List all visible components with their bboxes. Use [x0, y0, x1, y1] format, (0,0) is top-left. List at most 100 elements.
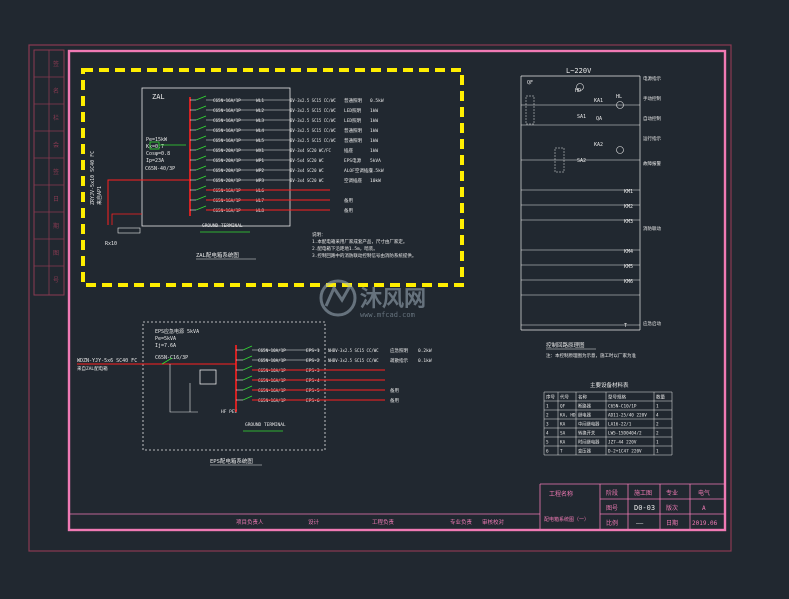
table-header: 数量	[656, 394, 665, 401]
control-circuit: L~220V QF HD KA1 KA2 HL SA1 SA2 QA KM1 KM2 KM3 KM4 K…	[520, 67, 661, 359]
zal-kw: 1kW	[370, 118, 378, 124]
tb-prof-label: 专业	[666, 489, 678, 497]
eps-panel: EPS应急电源 5kVA Pe=5kVA Ij=7.6A C65N-C16/3P…	[77, 321, 432, 466]
zal-breaker: C65N-16A/1P	[213, 118, 241, 123]
eps-switch-icon	[242, 345, 253, 351]
zal-kw: 10kW	[370, 178, 381, 184]
control-label: KM1	[624, 189, 633, 195]
control-note: 自动控制	[643, 115, 661, 122]
zal-circuit-no: WP2	[256, 168, 264, 174]
eps-circuit-no: EPS-2	[306, 358, 320, 364]
eps-switch-icon	[242, 395, 253, 401]
control-label: T	[624, 323, 627, 329]
tb-project-label: 工程名称	[549, 490, 573, 498]
title-block-bottom-label: 工程负责	[372, 518, 395, 526]
table-cell: QF	[560, 404, 566, 410]
zal-cable: BV-3x2.5 SC15 CC/WC	[290, 98, 336, 103]
left-signature-strip: 签名栏会签日期图号	[33, 49, 65, 296]
eps-ground-bar: GROUND TERMINAL	[245, 422, 286, 428]
table-cell: KA, HD	[560, 413, 576, 419]
control-label: HL	[616, 94, 622, 100]
zal-switch-icon	[195, 175, 207, 181]
title-block-bottom-row: 项目负责人 设计 工程负责 专业负责 审核校对	[236, 518, 505, 526]
zal-note: 2.配电箱下沿距地1.5m，暗装。	[312, 245, 378, 252]
zal-load: 普通照明	[344, 137, 362, 144]
eps-load: 疏散指示	[390, 357, 408, 364]
control-title: L~220V	[566, 67, 592, 75]
zal-cable: BV-3x4 SC20 WC/FC	[290, 148, 332, 153]
tb-stage-value: 施工图	[634, 489, 652, 497]
watermark: 沐风网 www.mfcad.com	[319, 279, 426, 319]
zal-load: ALOF空调插座	[344, 167, 373, 174]
eps-breaker: C65N-10A/1P	[258, 358, 286, 363]
eps-switch-icon	[242, 375, 253, 381]
zal-switch-icon	[195, 205, 207, 211]
zal-circuit-no: WP1	[256, 158, 264, 164]
control-note: 电源指示	[643, 75, 661, 82]
table-cell: D-2+1C47 220V	[608, 449, 642, 455]
zal-main-breaker: C65N-40/3P	[145, 166, 175, 172]
zal-cable: BV-5x4 SC20 WC	[290, 158, 324, 163]
zal-circuit-no: WL4	[256, 128, 264, 134]
zal-ground-bar: GROUND TERMINAL	[202, 223, 243, 229]
control-label: KM3	[624, 219, 633, 225]
control-right-notes: 电源指示手动控制自动控制运行指示故障报警消防联动应急启动	[643, 75, 661, 327]
eps-kw: 0.1kW	[418, 358, 432, 364]
zal-kw: 1kW	[370, 138, 378, 144]
zal-incoming-cable: ZRYJV-5x10 SC40 FC	[90, 151, 96, 205]
table-cell: 继电器	[578, 412, 592, 419]
table-cell: 1	[656, 440, 659, 446]
strip-label: 签	[53, 168, 59, 176]
control-label: KA2	[594, 142, 603, 148]
zal-circuit-no: WL5	[256, 138, 264, 144]
table-cell: 2	[546, 413, 549, 419]
zal-breaker: C65N-20A/1P	[213, 158, 241, 163]
zal-load: 普通照明	[344, 97, 362, 104]
eps-circuit-no: EPS-1	[306, 348, 320, 354]
eps-incoming-tag: 来自ZAL配电箱	[77, 365, 108, 372]
table-cell: 时间继电器	[578, 439, 600, 446]
zal-switch-icon	[195, 155, 207, 161]
control-caption: 控制回路原理图	[546, 341, 585, 349]
table-cell: T	[560, 449, 563, 455]
eps-cable: NHBV-3x2.5 SC15 CC/WC	[328, 358, 379, 363]
title-block: 工程名称 配电箱系统图（一） 阶段 施工图 专业 电气 图号 D0-03 版次 …	[69, 483, 725, 530]
eps-load: 备用	[390, 397, 399, 404]
tb-date-value: 2019.06	[692, 520, 718, 527]
tb-version-label: 版次	[666, 504, 678, 512]
zal-caption: ZAL配电箱系统图	[196, 251, 239, 259]
zal-breaker: C65N-16A/1P	[213, 128, 241, 133]
control-label: HD	[575, 88, 581, 94]
control-label: KM2	[624, 204, 633, 210]
zal-param-2: Cosφ=0.8	[146, 151, 170, 157]
tb-drawing-no-label: 图号	[606, 505, 618, 512]
materials-table: 主要设备材料表 序号 代号 名称 型号规格 数量 1 QF 断路器 C65N-C10/1P 1 2 K…	[543, 381, 673, 456]
zal-switch-icon	[195, 145, 207, 151]
control-label: QA	[596, 116, 602, 122]
eps-circuit-no: EPS-5	[306, 388, 320, 394]
zal-circuit-no: WL2	[256, 108, 264, 114]
materials-grid: 序号 代号 名称 型号规格 数量 1 QF 断路器 C65N-C10/1P 1 2 KA, HD 继电器…	[543, 391, 673, 456]
zal-cable: BV-3x4 SC20 WC	[290, 178, 324, 183]
zal-circuit-no: WL8	[256, 208, 264, 214]
zal-circuit-no: WL1	[256, 98, 264, 104]
zal-panel: ZAL Pe=15kW Kx=0.7 Cosφ=0.8 Ip=23A C65N-…	[90, 87, 416, 260]
strip-label: 日	[53, 196, 59, 203]
table-header: 型号规格	[608, 394, 626, 401]
table-header: 序号	[546, 394, 555, 401]
tb-stage-label: 阶段	[606, 489, 618, 497]
strip-label: 名	[53, 87, 59, 95]
control-label: SA2	[577, 158, 586, 164]
table-cell: 2	[656, 422, 659, 428]
zal-kw: 5kVA	[370, 158, 381, 164]
zal-circuit-no: WX1	[256, 148, 264, 154]
zal-breaker: C65N-20A/1P	[213, 168, 241, 173]
table-cell: 1	[656, 449, 659, 455]
strip-label: 号	[53, 277, 59, 284]
eps-device: HF PEV	[221, 409, 238, 415]
control-label: KA1	[594, 98, 603, 104]
control-note: 手动控制	[643, 95, 661, 102]
control-labels: QF HD KA1 KA2 HL SA1 SA2 QA KM1 KM2 KM3 KM4 KM5 KM6 T	[527, 80, 633, 329]
zal-switch-icon	[195, 115, 207, 121]
zal-param-3: Ip=23A	[146, 158, 164, 164]
